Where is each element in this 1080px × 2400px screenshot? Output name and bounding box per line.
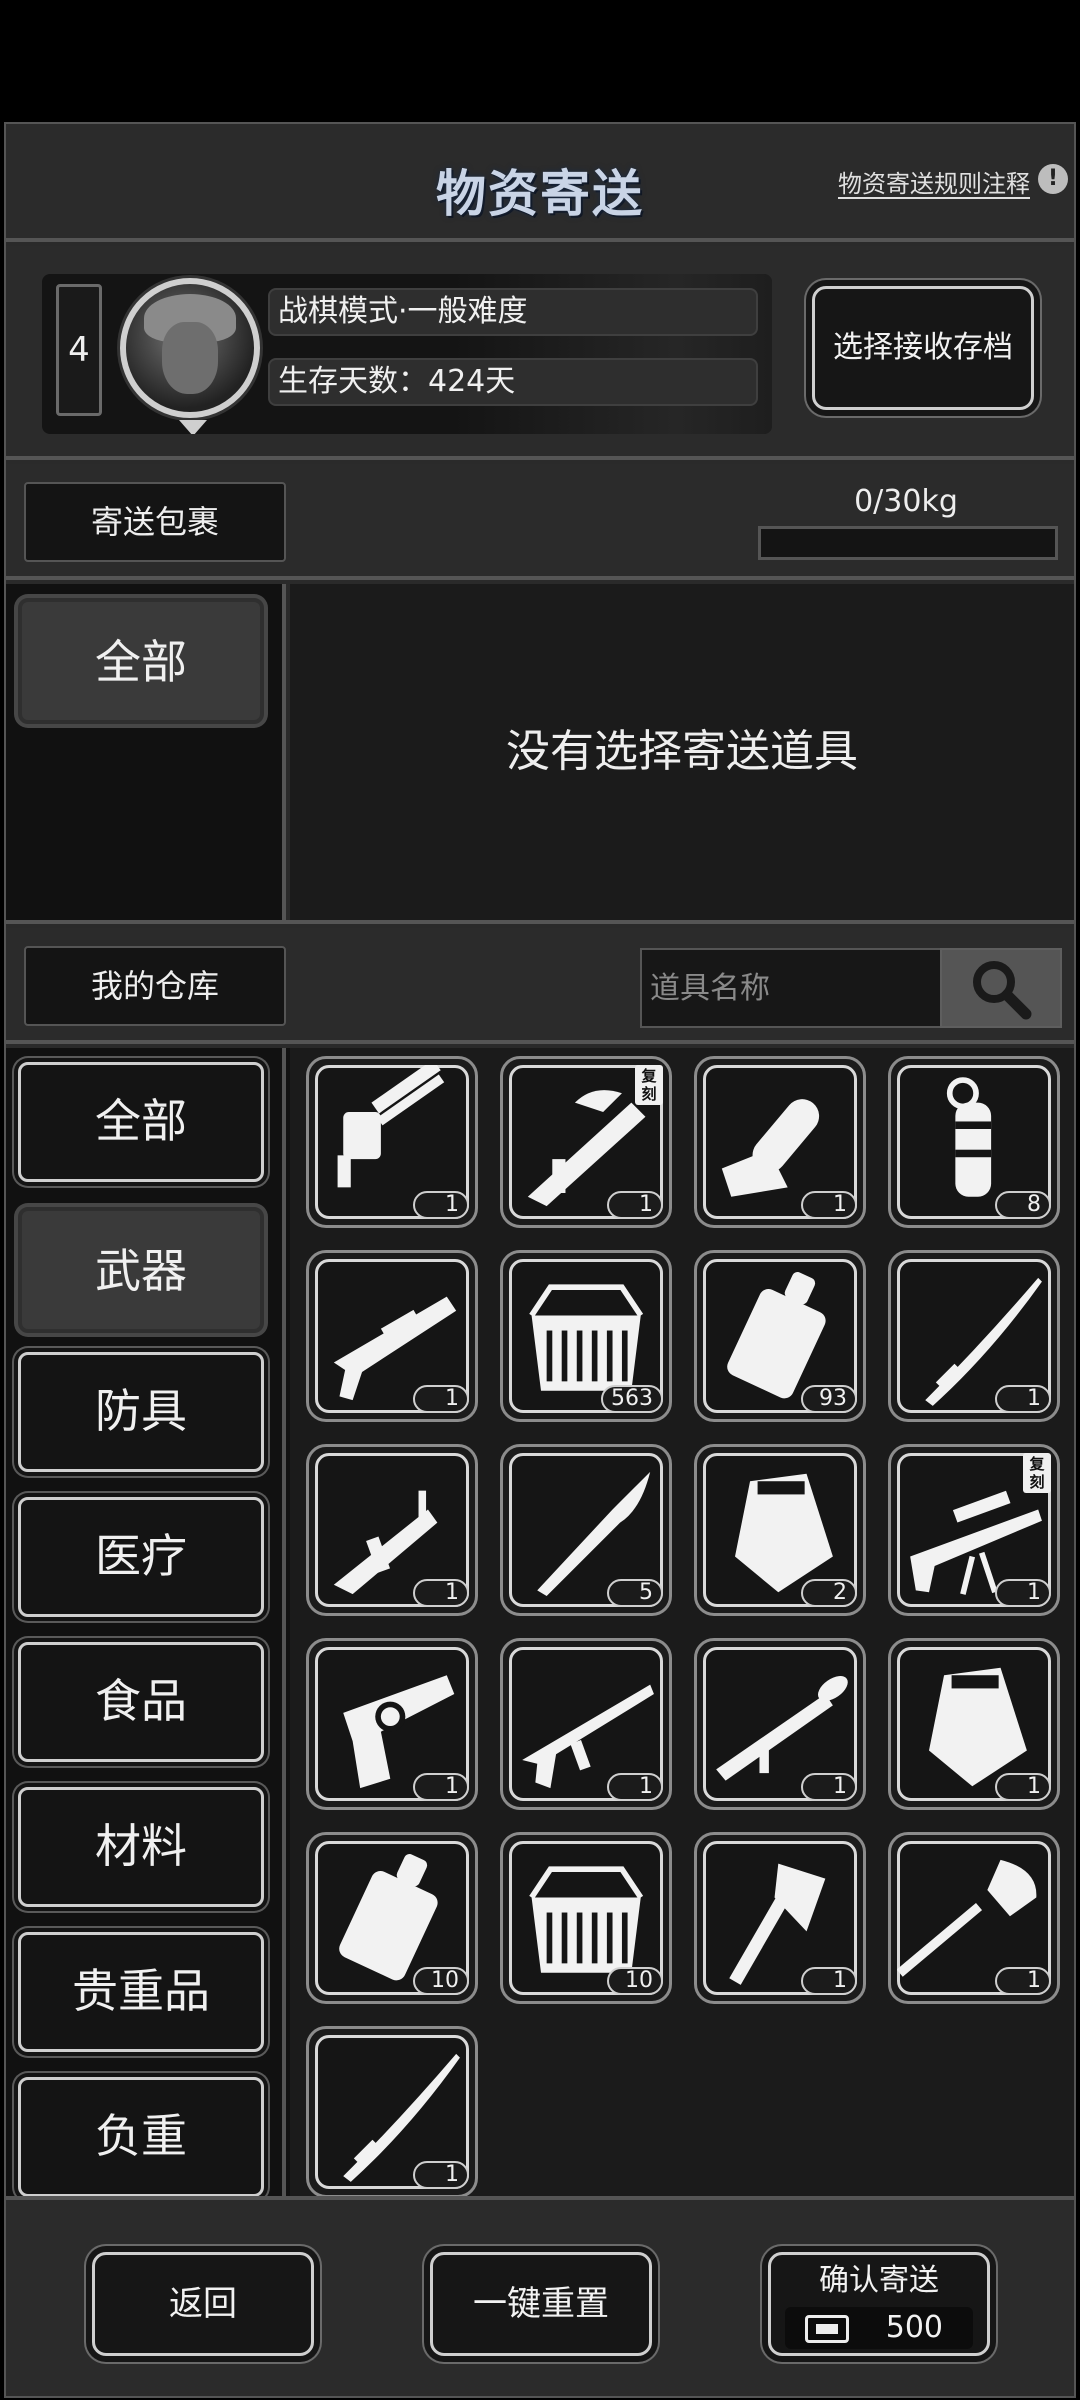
inventory-item[interactable]: 8: [888, 1056, 1060, 1228]
inventory-item[interactable]: 1: [694, 1832, 866, 2004]
send-cost: 500: [785, 2307, 973, 2349]
save-slot-card: 4 战棋模式·一般难度 生存天数：424天: [42, 274, 772, 434]
item-quantity: 1: [413, 1191, 469, 1219]
warehouse-category-sidebar: 全部武器防具医疗食品材料贵重品负重: [6, 1048, 286, 2196]
warehouse-header-row: 我的仓库: [6, 928, 1074, 1044]
header-bar: 物资寄送 物资寄送规则注释 !: [6, 124, 1074, 242]
item-quantity: 2: [801, 1579, 857, 1607]
avatar-pointer: [179, 420, 207, 434]
category-tab[interactable]: 武器: [18, 1207, 264, 1333]
survival-days-label: 生存天数：424天: [268, 358, 758, 406]
inventory-item[interactable]: 复刻 1: [888, 1444, 1060, 1616]
slot-number: 4: [56, 284, 102, 416]
inventory-item[interactable]: 93: [694, 1250, 866, 1422]
back-button[interactable]: 返回: [92, 2252, 314, 2356]
search-button[interactable]: [940, 948, 1062, 1028]
inventory-item[interactable]: 1: [306, 1250, 478, 1422]
inventory-item[interactable]: 1: [306, 1056, 478, 1228]
category-tab[interactable]: 防具: [18, 1352, 264, 1472]
send-cost-value: 500: [885, 2310, 943, 2345]
category-tab[interactable]: 全部: [18, 1062, 264, 1182]
weight-bar: [758, 526, 1058, 560]
warehouse-label: 我的仓库: [24, 946, 286, 1026]
reissue-tag: 复刻: [635, 1065, 663, 1105]
parcel-label: 寄送包裹: [24, 482, 286, 562]
item-quantity: 1: [413, 2161, 469, 2189]
category-tab[interactable]: 贵重品: [18, 1932, 264, 2052]
item-quantity: 10: [413, 1967, 469, 1995]
item-quantity: 1: [801, 1967, 857, 1995]
item-quantity: 10: [607, 1967, 663, 1995]
confirm-send-label: 确认寄送: [819, 2263, 939, 2298]
select-save-button[interactable]: 选择接收存档: [812, 286, 1034, 410]
inventory-item[interactable]: 10: [500, 1832, 672, 2004]
mail-supplies-screen: 物资寄送 物资寄送规则注释 ! 4 战棋模式·一般难度 生存天数：424天 选择…: [4, 122, 1076, 2398]
reset-button[interactable]: 一键重置: [430, 2252, 652, 2356]
warehouse-item-grid: 1 复刻 1 1 8 1 563 93 1 1 5 2 复刻 1 1 1 1 1 10 10 1 1 1: [290, 1048, 1074, 2196]
category-tab[interactable]: 医疗: [18, 1497, 264, 1617]
item-quantity: 1: [995, 1967, 1051, 1995]
inventory-item[interactable]: 1: [888, 1832, 1060, 2004]
parcel-header-row: 寄送包裹 0/30kg: [6, 464, 1074, 580]
save-slot-row: 4 战棋模式·一般难度 生存天数：424天 选择接收存档: [6, 246, 1074, 460]
inventory-item[interactable]: 1: [306, 2026, 478, 2196]
search-icon: [973, 961, 1032, 1020]
item-quantity: 1: [413, 1773, 469, 1801]
inventory-item[interactable]: 10: [306, 1832, 478, 2004]
reissue-tag: 复刻: [1023, 1453, 1051, 1493]
inventory-item[interactable]: 1: [888, 1638, 1060, 1810]
item-quantity: 93: [801, 1385, 857, 1413]
item-quantity: 1: [801, 1191, 857, 1219]
category-tab[interactable]: 材料: [18, 1787, 264, 1907]
rules-link[interactable]: 物资寄送规则注释: [838, 164, 1030, 199]
inventory-item[interactable]: 2: [694, 1444, 866, 1616]
parcel-empty-message: 没有选择寄送道具: [290, 584, 1074, 920]
parcel-area: 全部 没有选择寄送道具: [6, 584, 1074, 924]
parcel-tab-all[interactable]: 全部: [18, 598, 264, 724]
inventory-item[interactable]: 563: [500, 1250, 672, 1422]
item-quantity: 1: [607, 1773, 663, 1801]
avatar: [120, 278, 260, 418]
confirm-send-button[interactable]: 确认寄送 500: [768, 2252, 990, 2356]
parcel-category-sidebar: 全部: [6, 584, 286, 920]
item-search-input[interactable]: [640, 948, 942, 1028]
category-tab[interactable]: 负重: [18, 2077, 264, 2196]
inventory-item[interactable]: 复刻 1: [500, 1056, 672, 1228]
category-tab[interactable]: 食品: [18, 1642, 264, 1762]
info-icon[interactable]: !: [1038, 164, 1068, 194]
weight-text: 0/30kg: [854, 484, 958, 519]
avatar-face: [162, 322, 218, 394]
inventory-item[interactable]: 1: [306, 1444, 478, 1616]
inventory-item[interactable]: 5: [500, 1444, 672, 1616]
game-mode-label: 战棋模式·一般难度: [268, 288, 758, 336]
inventory-item[interactable]: 1: [306, 1638, 478, 1810]
inventory-item[interactable]: 1: [694, 1638, 866, 1810]
item-quantity: 1: [801, 1773, 857, 1801]
inventory-item[interactable]: 1: [888, 1250, 1060, 1422]
footer-bar: 返回 一键重置 确认寄送 500: [6, 2196, 1074, 2396]
item-quantity: 1: [607, 1191, 663, 1219]
item-quantity: 1: [995, 1385, 1051, 1413]
item-quantity: 1: [413, 1579, 469, 1607]
inventory-item[interactable]: 1: [694, 1056, 866, 1228]
inventory-item[interactable]: 1: [500, 1638, 672, 1810]
ticket-icon: [805, 2315, 849, 2343]
item-quantity: 1: [413, 1385, 469, 1413]
item-quantity: 1: [995, 1773, 1051, 1801]
warehouse-inventory: 全部 武器 防具 医疗 食品 材料 贵重品 负重 1 复刻 1 1 8 1 563 93 1 1 5 2 复刻 1 1 1 1…: [6, 1048, 1074, 2196]
item-quantity: 1: [995, 1579, 1051, 1607]
item-quantity: 563: [601, 1385, 663, 1413]
item-quantity: 5: [607, 1579, 663, 1607]
item-quantity: 8: [995, 1191, 1051, 1219]
